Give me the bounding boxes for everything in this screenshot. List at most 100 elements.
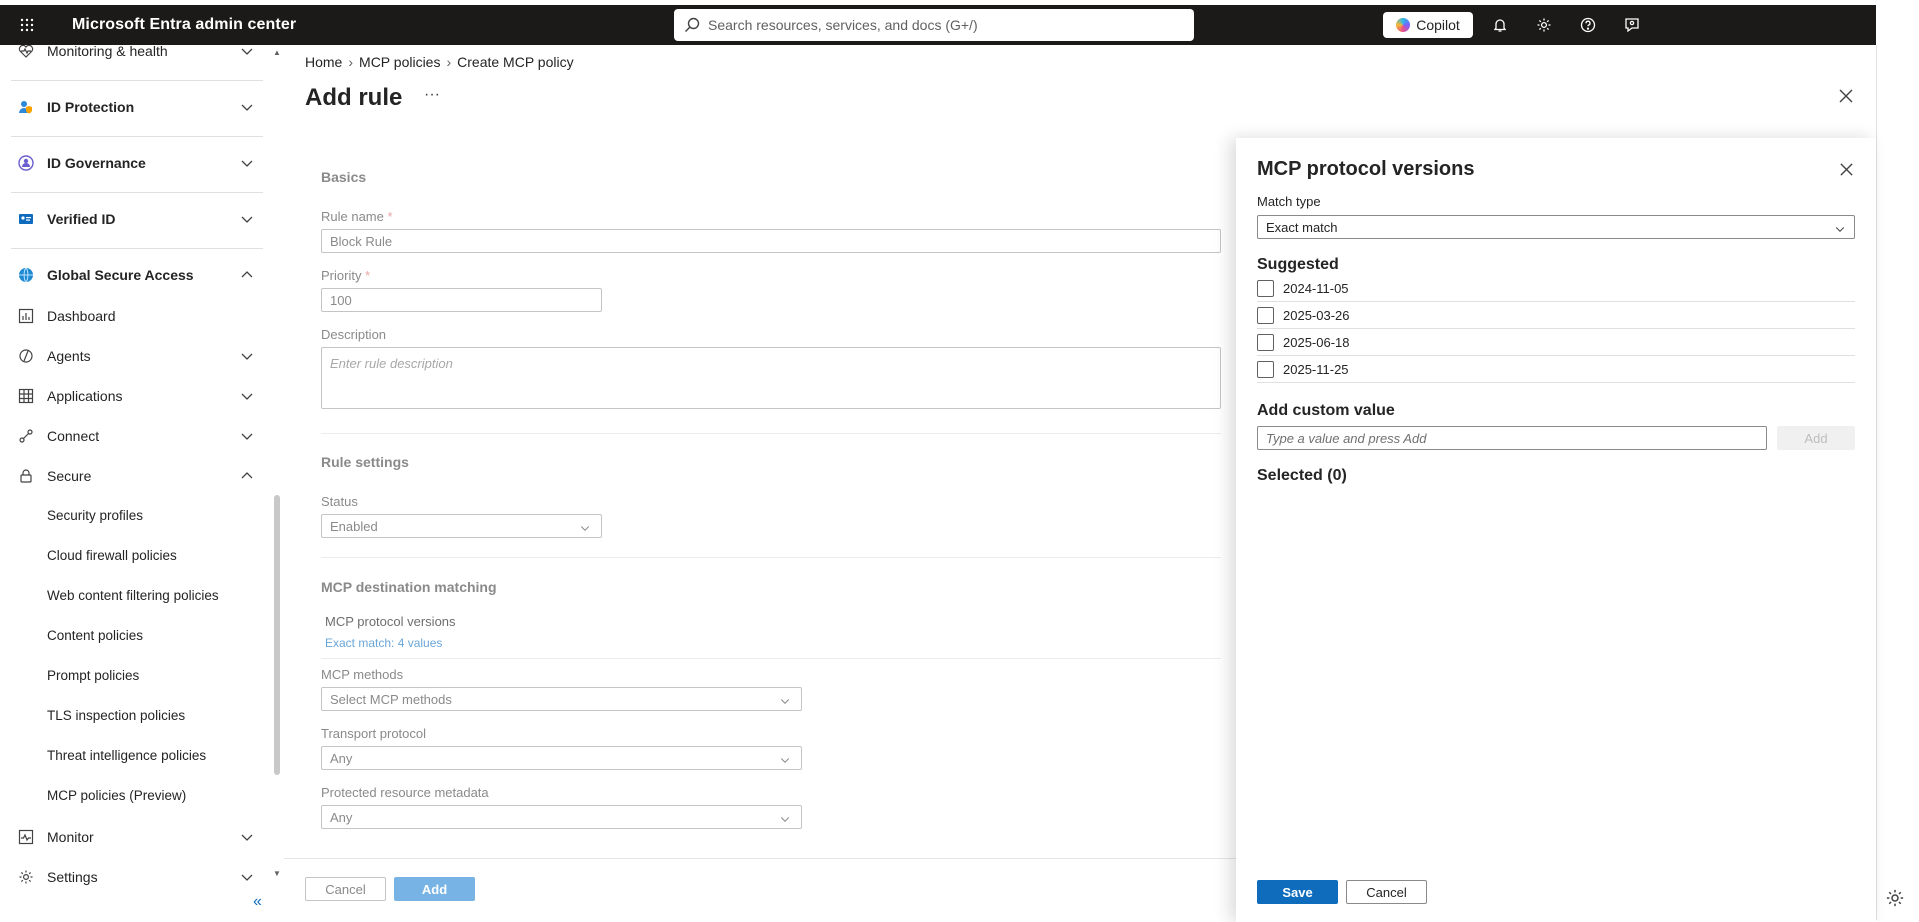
checkbox[interactable] <box>1257 360 1274 378</box>
transport-protocol-dropdown[interactable]: Any <box>321 746 802 770</box>
sidebar-item-global-secure-access[interactable]: Global Secure Access <box>3 255 265 295</box>
checkbox[interactable] <box>1257 306 1274 324</box>
sidebar-item-connect[interactable]: Connect <box>3 416 265 456</box>
sidebar-item-dashboard[interactable]: Dashboard <box>3 296 265 336</box>
mcp-methods-dropdown[interactable]: Select MCP methods <box>321 687 802 711</box>
scrollbar-thumb[interactable] <box>274 495 280 775</box>
status-dropdown[interactable]: Enabled <box>321 514 602 538</box>
breadcrumb-mcp-policies[interactable]: MCP policies <box>359 54 440 70</box>
sidebar-scrollbar[interactable]: ▲ ▼ <box>272 45 282 922</box>
chevron-down-icon <box>780 699 790 704</box>
app-title[interactable]: Microsoft Entra admin center <box>72 16 296 34</box>
sidebar-subitem-prompt-policies[interactable]: Prompt policies <box>47 668 139 683</box>
sidebar-subitem-cloud-firewall[interactable]: Cloud firewall policies <box>47 548 177 563</box>
sidebar-subitem-mcp-policies[interactable]: MCP policies (Preview) <box>47 788 186 803</box>
copilot-button[interactable]: Copilot <box>1383 12 1473 38</box>
close-icon[interactable] <box>1838 88 1854 109</box>
monitor-icon <box>17 828 35 846</box>
sidebar-item-label: Monitor <box>47 829 94 845</box>
sidebar-subitem-tls-inspection[interactable]: TLS inspection policies <box>47 708 185 723</box>
sidebar-subitem-content-policies[interactable]: Content policies <box>47 628 143 643</box>
priority-input[interactable]: 100 <box>321 288 602 312</box>
section-divider <box>321 433 1221 434</box>
checkbox[interactable] <box>1257 333 1274 351</box>
match-type-dropdown[interactable]: Exact match <box>1257 215 1855 239</box>
notifications-bell-icon[interactable] <box>1478 5 1522 45</box>
rail-settings-icon[interactable] <box>1885 888 1905 913</box>
sidebar-item-label: Verified ID <box>47 211 116 227</box>
search-input[interactable]: Search resources, services, and docs (G+… <box>674 9 1194 41</box>
section-divider <box>321 658 1221 659</box>
chevron-down-icon[interactable] <box>239 211 255 227</box>
custom-value-input[interactable]: Type a value and press Add <box>1257 426 1767 450</box>
chevron-down-icon[interactable] <box>239 869 255 885</box>
chevron-up-icon[interactable] <box>239 468 255 484</box>
app-root: Microsoft Entra admin center Search reso… <box>0 0 1919 922</box>
sidebar-subitem-web-content-filtering[interactable]: Web content filtering policies <box>47 588 219 603</box>
sidebar-item-monitoring-health[interactable]: Monitoring & health <box>3 45 265 71</box>
mcp-protocol-versions-panel: MCP protocol versions Match type Exact m… <box>1236 138 1876 922</box>
sidebar-subitem-security-profiles[interactable]: Security profiles <box>47 508 143 523</box>
heart-pulse-icon <box>17 45 35 60</box>
protected-resource-metadata-value: Any <box>330 809 353 825</box>
scroll-down-icon[interactable]: ▼ <box>273 869 281 878</box>
description-textarea[interactable]: Enter rule description <box>321 347 1221 409</box>
add-button[interactable]: Add <box>394 877 475 901</box>
feedback-icon[interactable] <box>1610 5 1654 45</box>
settings-gear-icon[interactable] <box>1522 5 1566 45</box>
transport-protocol-value: Any <box>330 750 353 766</box>
sidebar-subitem-threat-intelligence[interactable]: Threat intelligence policies <box>47 748 206 763</box>
sidebar-item-agents[interactable]: Agents <box>3 336 265 376</box>
match-type-value: Exact match <box>1266 219 1338 235</box>
section-rule-settings: Rule settings <box>321 454 409 470</box>
priority-label: Priority * <box>321 268 371 283</box>
chevron-down-icon[interactable] <box>239 45 255 59</box>
copilot-label: Copilot <box>1416 17 1460 33</box>
chevron-down-icon[interactable] <box>239 348 255 364</box>
globe-icon <box>17 266 35 284</box>
app-launcher-icon[interactable] <box>0 5 54 45</box>
sidebar-item-secure[interactable]: Secure <box>3 456 265 496</box>
cancel-button[interactable]: Cancel <box>305 877 386 901</box>
help-icon[interactable] <box>1566 5 1610 45</box>
rule-name-input[interactable]: Block Rule <box>321 229 1221 253</box>
protocol-versions-summary-link[interactable]: Exact match: 4 values <box>325 636 442 650</box>
chevron-up-icon[interactable] <box>239 267 255 283</box>
chevron-down-icon[interactable] <box>239 829 255 845</box>
scroll-up-icon[interactable]: ▲ <box>273 48 281 57</box>
breadcrumb: Home › MCP policies › Create MCP policy <box>305 54 574 70</box>
panel-cancel-button[interactable]: Cancel <box>1346 880 1427 904</box>
version-option-row[interactable]: 2025-03-26 <box>1257 302 1855 329</box>
status-label: Status <box>321 494 358 509</box>
version-option-row[interactable]: 2025-06-18 <box>1257 329 1855 356</box>
save-button[interactable]: Save <box>1257 880 1338 904</box>
close-icon[interactable] <box>1839 162 1854 182</box>
sidebar-item-settings[interactable]: Settings <box>3 857 265 897</box>
add-custom-value-button[interactable]: Add <box>1777 426 1855 450</box>
sidebar-item-id-governance[interactable]: ID Governance <box>3 143 265 183</box>
top-bar: Microsoft Entra admin center Search reso… <box>0 5 1876 45</box>
sidebar-item-label: Dashboard <box>47 308 116 324</box>
checkbox[interactable] <box>1257 279 1274 297</box>
chevron-down-icon[interactable] <box>239 388 255 404</box>
chevron-down-icon[interactable] <box>239 155 255 171</box>
sidebar-item-label: ID Governance <box>47 155 146 171</box>
sidebar-item-verified-id[interactable]: Verified ID <box>3 199 265 239</box>
breadcrumb-home[interactable]: Home <box>305 54 342 70</box>
chevron-down-icon[interactable] <box>239 428 255 444</box>
breadcrumb-create-mcp-policy[interactable]: Create MCP policy <box>457 54 573 70</box>
version-option-row[interactable]: 2024-11-05 <box>1257 275 1855 302</box>
more-options-button[interactable]: ··· <box>424 86 440 104</box>
chevron-down-icon[interactable] <box>239 99 255 115</box>
version-option-row[interactable]: 2025-11-25 <box>1257 356 1855 383</box>
collapse-sidebar-icon[interactable]: « <box>253 893 262 911</box>
protected-resource-metadata-dropdown[interactable]: Any <box>321 805 802 829</box>
sidebar-item-applications[interactable]: Applications <box>3 376 265 416</box>
sidebar-item-monitor[interactable]: Monitor <box>3 817 265 857</box>
dashboard-icon <box>17 307 35 325</box>
sidebar-divider <box>11 80 263 81</box>
panel-title: MCP protocol versions <box>1257 158 1475 180</box>
verified-id-icon <box>17 210 35 228</box>
version-option-label: 2025-06-18 <box>1283 334 1350 350</box>
sidebar-item-id-protection[interactable]: ID Protection <box>3 87 265 127</box>
